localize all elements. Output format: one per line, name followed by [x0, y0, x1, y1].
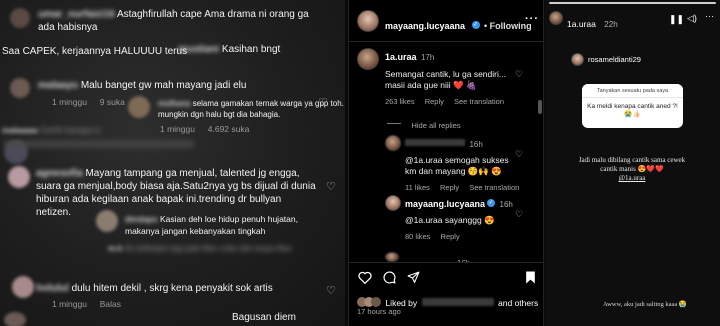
mention-avatar[interactable]	[571, 53, 584, 66]
sound-icon[interactable]: ◁)	[687, 13, 697, 24]
author-username[interactable]: mayaang.lucyaana	[385, 21, 465, 31]
comment-item: 1a.uraa 17h Semangat cantik, lu ga sendi…	[385, 52, 506, 106]
scrollbar-thumb[interactable]	[538, 100, 542, 114]
more-horizontal-icon[interactable]: ···	[525, 13, 539, 25]
story-answer-text: Jadi malu dibilang cantik sama cewek can…	[567, 156, 697, 183]
comment-item: 16h @1a.uraa semogah sukses km dan mayan…	[405, 139, 520, 192]
like-heart-icon[interactable]	[358, 271, 372, 284]
reply-button[interactable]: Reply	[441, 232, 460, 241]
pause-icon[interactable]: ❚❚	[669, 14, 684, 25]
story-header: 1a.uraa 22h ❚❚ ◁) ···	[545, 8, 720, 32]
comment-row: hiburan ada kegilaan anak bapak ini.tren…	[36, 194, 282, 205]
avatar	[12, 276, 34, 298]
likes-count[interactable]: 80 likes	[405, 232, 430, 241]
story-bottom-text: Awww, aku jadi salting kaaa 😭	[603, 301, 687, 308]
commenter-avatar[interactable]	[357, 48, 379, 70]
heart-icon[interactable]: ♡	[318, 96, 328, 109]
comment-row: Saa CAPEK, kerjaannya HALUUUU terus	[2, 46, 188, 57]
avatar	[96, 210, 118, 232]
redacted-username	[421, 297, 494, 306]
comment-row: m.h Ah kelihatan lagi pale filter coba d…	[108, 244, 293, 253]
verified-icon: ✓	[487, 198, 496, 207]
story-tag[interactable]: @1a.uraa	[567, 174, 697, 183]
author-avatar[interactable]	[357, 10, 379, 32]
avatar	[8, 166, 30, 188]
avatar	[10, 78, 30, 98]
story-panel: 1a.uraa 22h ❚❚ ◁) ··· rosameldianti29 Ta…	[545, 0, 720, 326]
reply-button[interactable]: Reply	[440, 183, 459, 192]
see-translation-link[interactable]: See translation	[454, 97, 504, 106]
likes-count[interactable]: 263 likes	[385, 97, 415, 106]
bookmark-icon[interactable]	[525, 271, 536, 284]
heart-icon[interactable]: ♡	[326, 180, 336, 193]
comment-row: holulul dulu hitem dekil , skrg kena pen…	[36, 283, 273, 294]
share-send-icon[interactable]	[407, 271, 420, 284]
commenter-avatar[interactable]	[385, 135, 401, 151]
comment-row: malaayu Malu banget gw mah mayang jadi e…	[38, 80, 247, 91]
comment-row: makanya jangan kebanyakan tingkah	[125, 226, 266, 236]
comment-meta: 1 minggu Balas	[52, 299, 122, 309]
comment-meta: 1 minggu 4.692 suka	[160, 124, 250, 134]
redacted-username	[405, 139, 465, 147]
comment-row: malaaaas Duhhh kenapa si	[2, 126, 101, 135]
blurred-row	[4, 140, 204, 152]
post-comments-panel: mayaang.lucyaana ✓ • Following ··· 1a.ur…	[348, 0, 544, 326]
post-action-bar: Liked by and others 17 hours ago	[349, 262, 543, 326]
comment-row: Bagusan diem	[232, 312, 296, 323]
comment-row: ada habisnya	[38, 22, 98, 33]
avatar	[10, 8, 30, 28]
author-avatar[interactable]	[385, 195, 401, 211]
post-timestamp: 17 hours ago	[357, 307, 401, 316]
heart-icon[interactable]: ♡	[515, 150, 524, 159]
comment-row: mungkin dgn halu bgt dia bahagia.	[158, 110, 281, 119]
avatar	[128, 96, 150, 118]
comment-meta: 1 minggu 9 suka	[52, 97, 125, 107]
story-progress-bar	[549, 2, 716, 4]
verified-icon: ✓	[471, 20, 480, 29]
comment-row: netizen.	[36, 207, 72, 218]
blurred-comments-panel: umar_nurfaizi16 Astaghfirullah cape Ama …	[0, 0, 345, 326]
comment-row: suara ga menjual,body biasa aja.Satu2nya…	[36, 181, 316, 192]
comment-row: agnesofia Mayang tampang ga menjual, tal…	[36, 168, 300, 179]
avatar	[371, 296, 381, 307]
heart-icon[interactable]: ♡	[515, 70, 524, 79]
author-info: mayaang.lucyaana ✓ • Following	[385, 20, 532, 31]
hide-replies-toggle[interactable]: Hide all replies	[387, 115, 461, 133]
comment-row: dindaps Kasian deh loe hidup penuh hujat…	[125, 214, 298, 224]
comment-bubble-icon[interactable]	[383, 271, 396, 284]
story-avatar[interactable]	[549, 11, 563, 25]
question-sticker[interactable]: Tanyakan sesuatu pada saya Ka meldi kena…	[582, 84, 683, 128]
reply-button[interactable]: Reply	[425, 97, 444, 106]
see-translation-link[interactable]: See translation	[469, 183, 519, 192]
commenter-avatar[interactable]	[385, 252, 399, 262]
post-header: mayaang.lucyaana ✓ • Following ···	[349, 0, 543, 42]
comment-row: umar_nurfaizi16 Astaghfirullah cape Ama …	[38, 9, 309, 20]
comment-row: mustiani Kasihan bngt	[178, 44, 281, 55]
heart-icon[interactable]: ♡	[326, 284, 336, 297]
likes-count[interactable]: 11 likes	[405, 183, 430, 192]
avatar	[4, 312, 26, 326]
heart-icon[interactable]: ♡	[515, 210, 524, 219]
more-horizontal-icon[interactable]: ···	[705, 11, 714, 21]
